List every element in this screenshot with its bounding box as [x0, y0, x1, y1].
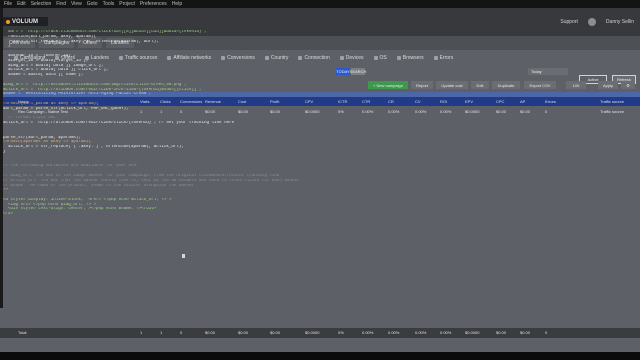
menu-item[interactable]: Find: [56, 1, 66, 7]
menu-item[interactable]: Edit: [17, 1, 26, 7]
app-logo[interactable]: VOLUUM: [3, 17, 48, 26]
logo-icon: [6, 19, 10, 24]
menu-item[interactable]: Tools: [103, 1, 115, 7]
user-name[interactable]: Danny Sellin: [606, 19, 634, 25]
bottom-bar: [0, 352, 640, 360]
table-cell: $0.00: [270, 330, 281, 335]
menu-item[interactable]: View: [71, 1, 82, 7]
table-cell: 0.00%: [388, 330, 400, 335]
code-overlay[interactable]: $url = "http://track.clickmouth.com/clic…: [3, 30, 640, 217]
table-cell: $0.0000: [465, 330, 480, 335]
table-cell: 1: [160, 330, 163, 335]
table-cell: 0: [545, 330, 548, 335]
table-cell: $0.0000: [305, 330, 320, 335]
support-link[interactable]: Support: [560, 19, 578, 25]
menu-item[interactable]: Project: [119, 1, 135, 7]
menu-item[interactable]: File: [4, 1, 12, 7]
table-totals: Total 1 1 0 $0.00 $0.00 $0.00 $0.0000 0% 0.00% 0.0…: [0, 328, 640, 338]
table-cell: 0.00%: [415, 330, 427, 335]
mouse-cursor: [182, 254, 185, 258]
menu-item[interactable]: Goto: [87, 1, 98, 7]
table-cell: $0.00: [520, 330, 531, 335]
avatar[interactable]: [587, 18, 596, 26]
menu-item[interactable]: Help: [172, 1, 182, 7]
table-cell: 1: [140, 330, 143, 335]
table-cell: 0.00%: [362, 330, 374, 335]
table-cell: $0.00: [496, 330, 507, 335]
table-cell: $0.00: [238, 330, 249, 335]
menu-item[interactable]: Preferences: [140, 1, 167, 7]
code-line[interactable]: </a>: [3, 212, 640, 217]
table-cell: 0.00%: [440, 330, 452, 335]
menu-item[interactable]: Selection: [31, 1, 52, 7]
table-cell: $0.00: [205, 330, 216, 335]
totals-label: Total: [18, 330, 27, 335]
editor-menubar: File Edit Selection Find View Goto Tools Projec…: [0, 0, 640, 8]
header-right: Support Danny Sellin: [560, 18, 634, 26]
browser-window: VOLUUM Support Danny Sellin Overview Camp…: [0, 8, 640, 352]
table-cell: 0%: [338, 330, 344, 335]
logo-text: VOLUUM: [12, 18, 38, 25]
screen: File Edit Selection Find View Goto Tools Projec…: [0, 0, 640, 360]
table-cell: 0: [180, 330, 183, 335]
